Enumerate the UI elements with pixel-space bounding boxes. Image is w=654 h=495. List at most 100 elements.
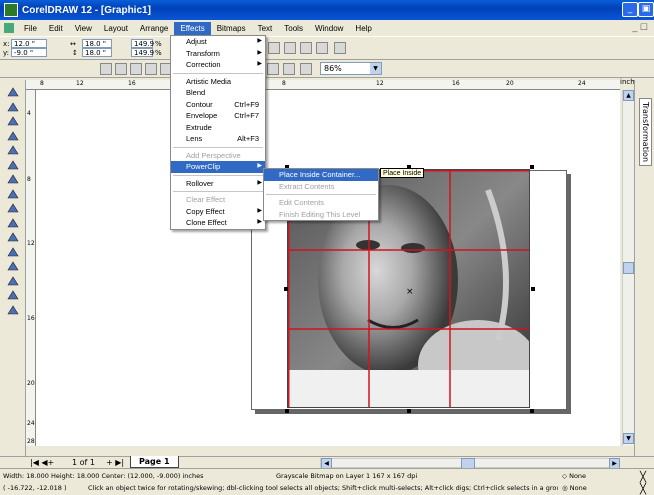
- ruler-tick-label: 12: [27, 240, 35, 247]
- interactive-mesh-icon[interactable]: [6, 304, 20, 316]
- selection-handle[interactable]: [285, 409, 289, 413]
- text-tool-icon[interactable]: [6, 231, 20, 243]
- menu-item-contour[interactable]: Contour Ctrl+F9: [171, 99, 265, 111]
- polygon-tool-icon[interactable]: [6, 202, 20, 214]
- new-document-icon[interactable]: [100, 63, 112, 75]
- menu-bitmaps[interactable]: Bitmaps: [211, 22, 252, 35]
- chevron-down-icon[interactable]: ▼: [370, 63, 381, 74]
- outline-tool-icon[interactable]: [6, 275, 20, 287]
- crop-tool-icon[interactable]: [6, 115, 20, 127]
- menu-item-extrude[interactable]: Extrude: [171, 122, 265, 134]
- snap-icon[interactable]: [300, 63, 312, 75]
- window-title: CorelDRAW 12 - [Graphic1]: [22, 4, 151, 16]
- menu-help[interactable]: Help: [349, 22, 377, 35]
- menu-arrange[interactable]: Arrange: [134, 22, 174, 35]
- object-info: Grayscale Bitmap on Layer 1 167 x 167 dp…: [276, 472, 418, 480]
- selection-handle[interactable]: [284, 287, 288, 291]
- rectangle-tool-icon[interactable]: [6, 173, 20, 185]
- smart-fill-tool-icon[interactable]: [6, 159, 20, 171]
- freehand-tool-icon[interactable]: [6, 144, 20, 156]
- menu-item-artistic-media[interactable]: Artistic Media: [171, 76, 265, 88]
- open-icon[interactable]: [115, 63, 127, 75]
- selection-handle[interactable]: [530, 165, 534, 169]
- menu-item-copy-effect[interactable]: Copy Effect ▶: [171, 206, 265, 218]
- width-field[interactable]: 18.0 ": [82, 39, 112, 48]
- menu-edit[interactable]: Edit: [43, 22, 69, 35]
- scroll-thumb[interactable]: [623, 262, 634, 274]
- first-page-button[interactable]: |◀ ◀+: [30, 458, 54, 467]
- next-page-button[interactable]: + ▶|: [106, 458, 124, 467]
- save-icon[interactable]: [130, 63, 142, 75]
- menu-layout[interactable]: Layout: [98, 22, 134, 35]
- pick-tool-icon[interactable]: [6, 86, 20, 98]
- selection-handle[interactable]: [407, 409, 411, 413]
- zoom-tool-icon[interactable]: [6, 130, 20, 142]
- width-icon: ↔: [70, 40, 76, 48]
- fill-indicator: ◇ None: [562, 472, 587, 480]
- cancel-fill-icon[interactable]: ╳: [640, 472, 646, 483]
- menu-item-clone-effect[interactable]: Clone Effect ▶: [171, 217, 265, 229]
- hint-text: Click an object twice for rotating/skewi…: [88, 484, 558, 492]
- y-position-field[interactable]: -9.0 ": [11, 48, 47, 57]
- cursor-coordinates: ( -16.722, -12.018 ): [3, 484, 67, 492]
- menu-effects[interactable]: Effects: [174, 21, 211, 35]
- menu-bar: File Edit View Layout Arrange Effects Bitmaps T…: [0, 20, 654, 36]
- menu-file[interactable]: File: [18, 22, 43, 35]
- minimize-button[interactable]: _: [622, 2, 638, 17]
- to-front-icon[interactable]: [334, 42, 346, 54]
- horizontal-ruler[interactable]: 812164812162024: [26, 80, 620, 90]
- eyedropper-tool-icon[interactable]: [6, 260, 20, 272]
- ruler-tick-label: 16: [27, 315, 35, 322]
- fill-tool-icon[interactable]: [6, 289, 20, 301]
- menu-item-adjust[interactable]: Adjust ▶: [171, 36, 265, 48]
- cancel-outline-icon[interactable]: ╳: [640, 484, 646, 495]
- menu-item-label: Add Perspective: [186, 150, 241, 160]
- grid-icon[interactable]: [268, 42, 280, 54]
- vertical-scrollbar[interactable]: ▲ ▼: [622, 90, 634, 446]
- zoom-level-value: 86%: [324, 64, 342, 73]
- align-icon[interactable]: [284, 42, 296, 54]
- x-position-field[interactable]: 12.0 ": [11, 39, 47, 48]
- vertical-ruler[interactable]: 4 8 12 16 20 24 28: [26, 90, 36, 446]
- menu-tools[interactable]: Tools: [278, 22, 309, 35]
- menu-window[interactable]: Window: [309, 22, 349, 35]
- menu-separator: [173, 72, 263, 74]
- application-launcher-icon[interactable]: [267, 63, 279, 75]
- ellipse-tool-icon[interactable]: [6, 188, 20, 200]
- menu-item-transform[interactable]: Transform ▶: [171, 48, 265, 60]
- selection-handle[interactable]: [530, 409, 534, 413]
- menu-item-place-inside-container[interactable]: Place Inside Container...: [264, 169, 378, 181]
- ruler-tick-label: 20: [506, 80, 514, 87]
- combine-icon[interactable]: [316, 42, 328, 54]
- group-icon[interactable]: [300, 42, 312, 54]
- restore-button[interactable]: ▣: [638, 2, 654, 17]
- height-field[interactable]: 18.0 ": [82, 48, 112, 57]
- print-icon[interactable]: [145, 63, 157, 75]
- menu-item-envelope[interactable]: Envelope Ctrl+F7: [171, 110, 265, 122]
- menu-item-powerclip[interactable]: PowerClip ▶: [171, 161, 265, 173]
- menu-separator: [173, 146, 263, 148]
- mdi-controls[interactable]: _ ☐: [632, 22, 648, 33]
- y-label: y:: [3, 49, 9, 57]
- menu-text[interactable]: Text: [252, 22, 279, 35]
- menu-item-rollover[interactable]: Rollover ▶: [171, 178, 265, 190]
- scroll-down-button[interactable]: ▼: [623, 433, 634, 444]
- horizontal-scrollbar[interactable]: ◀ ▶: [320, 458, 620, 469]
- basic-shapes-icon[interactable]: [6, 217, 20, 229]
- selection-handle[interactable]: [531, 287, 535, 291]
- zoom-level-select[interactable]: 86% ▼: [320, 62, 382, 75]
- scroll-up-button[interactable]: ▲: [623, 90, 634, 101]
- shape-tool-icon[interactable]: [6, 101, 20, 113]
- menu-item-correction[interactable]: Correction ▶: [171, 59, 265, 71]
- scale-width-field[interactable]: 149.9: [131, 39, 154, 48]
- scale-height-field[interactable]: 149.9: [131, 48, 154, 57]
- interactive-fill-icon[interactable]: [6, 246, 20, 258]
- menu-view[interactable]: View: [69, 22, 98, 35]
- zoom-tool-icon[interactable]: [283, 63, 295, 75]
- menu-item-blend[interactable]: Blend: [171, 87, 265, 99]
- document-icon[interactable]: [4, 23, 14, 33]
- menu-item-lens[interactable]: Lens Alt+F3: [171, 133, 265, 145]
- transformation-docker-tab[interactable]: Transformation: [639, 98, 652, 167]
- ruler-tick-label: 16: [128, 80, 136, 87]
- page-tab[interactable]: Page 1: [130, 456, 179, 468]
